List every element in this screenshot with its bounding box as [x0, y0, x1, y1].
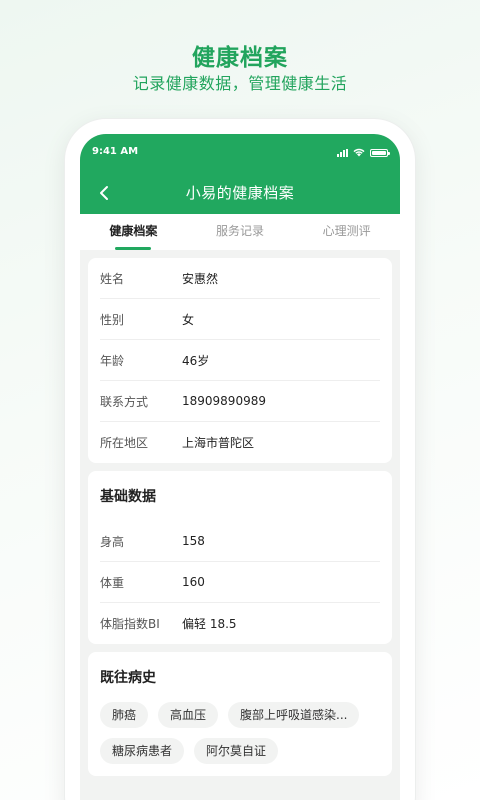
- row-label: 体脂指数BI: [100, 617, 160, 631]
- profile-row-age: 年龄 46岁: [100, 340, 380, 381]
- battery-icon: [370, 148, 390, 157]
- nav-bar: 小易的健康档案: [80, 178, 400, 206]
- tab-service-record[interactable]: 服务记录: [187, 214, 294, 250]
- history-tag[interactable]: 糖尿病患者: [100, 738, 185, 764]
- section-title: 既往病史: [100, 670, 156, 686]
- row-value: 偏轻 18.5: [182, 617, 237, 631]
- row-value: 女: [182, 312, 195, 327]
- promo-title: 健康档案: [192, 45, 288, 71]
- row-label: 性别: [100, 312, 125, 327]
- row-value: 18909890989: [182, 394, 266, 408]
- tab-psych-test[interactable]: 心理测评: [293, 214, 400, 250]
- tab-bar: 健康档案 服务记录 心理测评: [80, 214, 400, 250]
- basic-row-bmi: 体脂指数BI 偏轻 18.5: [100, 603, 380, 644]
- profile-row-contact: 联系方式 18909890989: [100, 381, 380, 422]
- promo-subtitle: 记录健康数据，管理健康生活: [132, 74, 348, 93]
- row-label: 年龄: [100, 353, 125, 368]
- history-tag[interactable]: 阿尔莫自证: [194, 738, 279, 764]
- profile-row-region: 所在地区 上海市普陀区: [100, 422, 380, 463]
- section-title: 基础数据: [100, 489, 156, 505]
- row-label: 身高: [100, 534, 125, 549]
- history-tags: 肺癌 高血压 腹部上呼吸道感染... 糖尿病患者 阿尔莫自证: [100, 702, 380, 776]
- basic-row-height: 身高 158: [100, 521, 380, 562]
- history-tag[interactable]: 高血压: [158, 702, 219, 728]
- history-tag[interactable]: 肺癌: [100, 702, 149, 728]
- status-time: 9:41 AM: [92, 146, 139, 157]
- profile-row-name: 姓名 安惠然: [100, 258, 380, 299]
- wifi-icon: [353, 148, 365, 157]
- signal-icon: [337, 148, 348, 157]
- page-title: 小易的健康档案: [185, 184, 295, 202]
- app-header: 9:41 AM 小易的健康档案: [80, 134, 400, 214]
- tab-health-record[interactable]: 健康档案: [80, 214, 187, 250]
- row-value: 上海市普陀区: [182, 436, 255, 450]
- status-bar: 9:41 AM: [92, 146, 390, 160]
- row-value: 安惠然: [182, 271, 219, 286]
- row-value: 160: [182, 575, 205, 589]
- row-value: 158: [182, 534, 205, 548]
- profile-row-gender: 性别 女: [100, 299, 380, 340]
- basic-row-weight: 体重 160: [100, 562, 380, 603]
- row-value: 46岁: [182, 353, 210, 368]
- app-screen: 9:41 AM 小易的健康档案 健康档案 服务记录 心理测评 姓名 安惠然 性别…: [80, 134, 400, 800]
- profile-card: 姓名 安惠然 性别 女 年龄 46岁 联系方式 18909890989 所在地区…: [88, 258, 392, 463]
- history-tag[interactable]: 腹部上呼吸道感染...: [228, 702, 360, 728]
- row-label: 姓名: [100, 271, 125, 286]
- row-label: 体重: [100, 575, 125, 590]
- basic-data-card: 基础数据 身高 158 体重 160 体脂指数BI 偏轻 18.5: [88, 471, 392, 644]
- history-card: 既往病史 肺癌 高血压 腹部上呼吸道感染... 糖尿病患者 阿尔莫自证: [88, 652, 392, 776]
- row-label: 联系方式: [100, 394, 149, 409]
- row-label: 所在地区: [100, 436, 149, 450]
- status-icons: [337, 148, 390, 157]
